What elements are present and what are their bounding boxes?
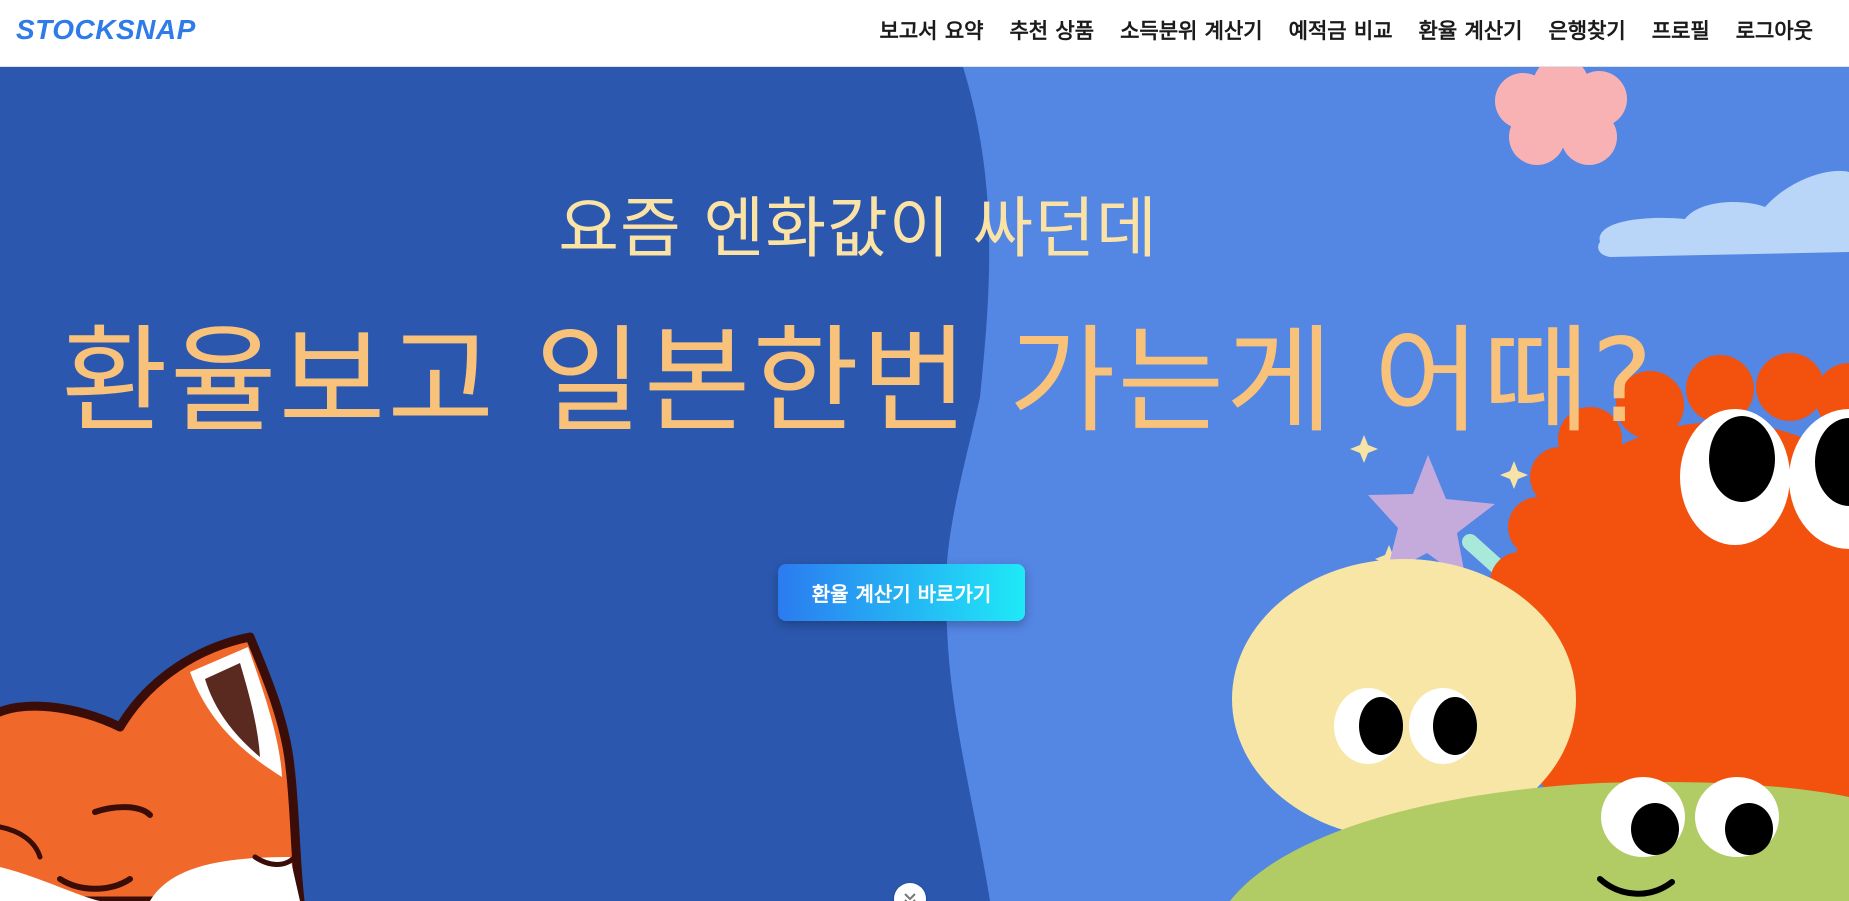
nav-exchange-calculator[interactable]: 환율 계산기 [1419,15,1523,45]
hill-pupil [1725,803,1773,855]
hero-banner: 요즘 엔화값이 싸던데 환율보고 일본한번 가는게 어때? 환율 계산기 바로가… [0,67,1849,901]
nav-bank-finder[interactable]: 은행찾기 [1548,15,1625,45]
nav-profile[interactable]: 프로필 [1652,15,1710,45]
nav-deposit-compare[interactable]: 예적금 비교 [1289,15,1393,45]
blob-pupil [1433,697,1477,755]
top-navbar: STOCKSNAP 보고서 요약 추천 상품 소득분위 계산기 예적금 비교 환… [0,0,1849,67]
hero-subtitle: 요즘 엔화값이 싸던데 [558,190,1158,267]
chevron-down-icon [904,893,916,901]
hill-pupil [1631,803,1679,855]
nav-recommended-products[interactable]: 추천 상품 [1009,15,1094,45]
exchange-calculator-cta-button[interactable]: 환율 계산기 바로가기 [778,564,1025,621]
nav-report-summary[interactable]: 보고서 요약 [880,15,984,45]
hero-title: 환율보고 일본한번 가는게 어때? [61,314,1655,449]
nav-income-calculator[interactable]: 소득분위 계산기 [1120,15,1263,45]
fox-illustration [0,632,305,901]
pink-flower-shape [1495,67,1627,165]
main-nav: 보고서 요약 추천 상품 소득분위 계산기 예적금 비교 환율 계산기 은행찾기… [854,0,1813,60]
nav-logout[interactable]: 로그아웃 [1736,15,1813,45]
brand-logo[interactable]: STOCKSNAP [16,14,196,46]
blob-pupil [1359,697,1403,755]
monster-pupil [1709,416,1775,502]
